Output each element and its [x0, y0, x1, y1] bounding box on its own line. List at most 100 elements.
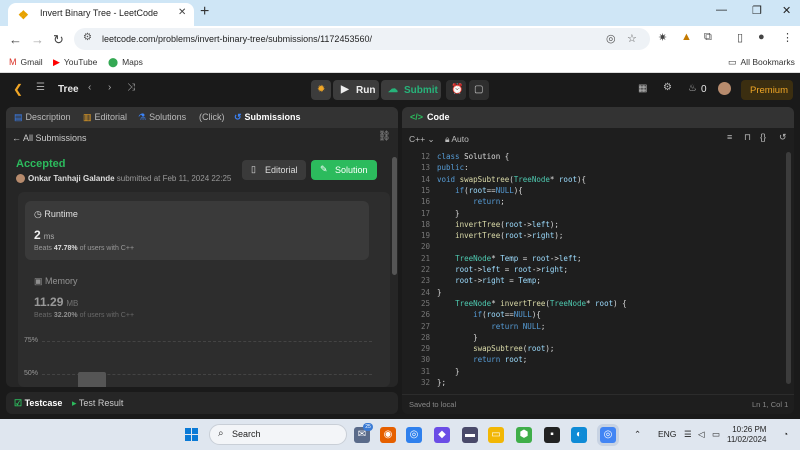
distribution-bar[interactable] [78, 372, 106, 387]
play-icon: ▶ [341, 84, 349, 95]
kebab-menu-icon[interactable]: ⋮ [782, 31, 793, 44]
browser-tab[interactable]: ❖ Invert Binary Tree - LeetCode ✕ [8, 3, 194, 26]
firefox-icon[interactable]: ◉ [380, 427, 396, 443]
line-number: 29 [420, 344, 430, 354]
code-line: } [437, 287, 442, 297]
description-icon: ▤ [14, 112, 23, 122]
battery-icon[interactable]: ▭ [712, 429, 720, 440]
left-tabs: ▤ Description ▥ Editorial ⚗ Solutions (Clic… [6, 107, 398, 128]
auto-mode[interactable]: Auto [451, 134, 469, 144]
tab-code[interactable]: </> Code [410, 112, 450, 122]
code-tabs: </> Code [402, 107, 794, 128]
notes-button[interactable]: ▢ [469, 80, 489, 100]
line-number: 28 [420, 332, 430, 342]
new-tab-icon[interactable]: + [200, 3, 209, 21]
maximize-icon[interactable]: ❐ [752, 4, 762, 17]
app-icon[interactable]: ◆ [434, 427, 450, 443]
taskbar-search[interactable]: ⌕ Search [209, 424, 347, 445]
language-indicator[interactable]: ENG [658, 429, 676, 439]
shuffle-icon[interactable]: ⤨ [127, 82, 135, 93]
tab-close-icon[interactable]: ✕ [178, 7, 186, 18]
bookmark-youtube[interactable]: ▶ YouTube [53, 57, 97, 68]
runtime-card[interactable]: ◷ Runtime 2 ms Beats 47.78% of users with… [25, 201, 369, 260]
memory-value: 11.29 MB [34, 295, 79, 309]
reset-icon[interactable]: ↺ [779, 132, 787, 143]
memory-card[interactable]: ▣ Memory 11.29 MB Beats 32.20% of users w… [25, 268, 369, 327]
braces-icon[interactable]: {} [760, 132, 766, 142]
eye-off-icon[interactable]: ◎ [606, 32, 616, 45]
prev-problem-icon[interactable]: ‹ [88, 82, 91, 93]
taskbar-clock[interactable]: 10:26 PM 11/02/2024 [727, 425, 766, 445]
chrome-active-icon[interactable]: ◎ [600, 427, 616, 443]
code-line: void swapSubtree(TreeNode* root){ [437, 174, 587, 184]
extension-2-icon[interactable]: ▲ [681, 31, 692, 43]
bookmark-star-icon[interactable]: ☆ [627, 32, 637, 45]
tab-submissions[interactable]: ↺ Submissions [234, 112, 301, 123]
tray-chevron-icon[interactable]: ⌃ [634, 429, 641, 440]
site-info-icon[interactable]: ⚙ [83, 32, 92, 43]
leetcode-logo-icon[interactable]: ❮ [13, 82, 23, 96]
back-icon[interactable]: ← [9, 32, 22, 47]
chrome-icon[interactable]: ◎ [406, 427, 422, 443]
code-line: }; [437, 378, 447, 387]
minimize-icon[interactable]: — [716, 4, 727, 16]
language-select[interactable]: C++ ⌄ [409, 134, 435, 144]
click-label: (Click) [199, 112, 225, 122]
window-close-icon[interactable]: ✕ [782, 4, 791, 17]
code-line: root->left = root->right; [455, 265, 568, 274]
submit-button[interactable]: ☁ Submit [381, 80, 441, 100]
stats-box: ◷ Runtime 2 ms Beats 47.78% of users with… [18, 192, 390, 387]
settings-gear-icon[interactable]: ⚙ [663, 82, 672, 93]
code-scrollbar[interactable] [786, 152, 791, 384]
wifi-icon[interactable]: ☰ [684, 429, 692, 440]
extension-icon[interactable]: ✷ [658, 31, 667, 44]
code-editor[interactable]: 12 class Solution {13 public: 14 void swapSu… [402, 148, 794, 396]
bookmark-gmail[interactable]: M Gmail [9, 57, 43, 67]
timer-button[interactable]: ⏰ [446, 80, 466, 100]
layout-icon[interactable]: ▦ [638, 83, 647, 94]
cube-app-icon[interactable]: ⬢ [516, 427, 532, 443]
tab-description[interactable]: ▤ Description [14, 112, 71, 123]
premium-button[interactable]: Premium [741, 80, 793, 100]
profile-avatar[interactable]: ● [758, 31, 765, 43]
url-bar[interactable]: ⚙ leetcode.com/problems/invert-binary-tr… [74, 28, 650, 50]
tab-testcase[interactable]: ☑ Testcase [14, 398, 62, 409]
tab-solutions[interactable]: ⚗ Solutions [138, 112, 186, 123]
debug-button[interactable]: ✹ [311, 80, 331, 100]
side-panel-icon[interactable]: ▯ [737, 31, 743, 44]
tab-editorial[interactable]: ▥ Editorial [83, 112, 127, 123]
format-icon[interactable]: ≡ [727, 132, 732, 142]
windows-start-icon[interactable] [185, 428, 199, 442]
alarm-icon: ⏰ [451, 84, 464, 95]
folder-icon: ▭ [728, 57, 737, 67]
bookmark-maps[interactable]: ⬤ Maps [108, 57, 143, 68]
tab-test-result[interactable]: ▸ Test Result [72, 398, 123, 409]
volume-icon[interactable]: ◁ [698, 429, 705, 440]
run-button[interactable]: ▶ Run [333, 80, 379, 100]
all-submissions-link[interactable]: ← All Submissions [12, 133, 87, 143]
ide-icon[interactable]: ▪ [544, 427, 560, 443]
line-number: 30 [420, 355, 430, 365]
reload-icon[interactable]: ↻ [53, 32, 64, 48]
submit-label: Submit [404, 85, 438, 96]
notification-bell-icon[interactable]: ◔ [783, 429, 788, 439]
left-scrollbar[interactable] [392, 157, 397, 275]
extensions-puzzle-icon[interactable]: ⧉ [704, 31, 712, 44]
submitter-name[interactable]: Onkar Tanhaji Galande [28, 174, 115, 183]
chip-icon: ▣ [34, 276, 46, 286]
status-accepted: Accepted [16, 158, 66, 170]
editorial-button[interactable]: ▯ Editorial [242, 160, 306, 180]
bookmark-icon[interactable]: ⊓ [744, 132, 751, 143]
next-problem-icon[interactable]: › [108, 82, 111, 93]
problem-list-title[interactable]: Tree [58, 84, 79, 95]
forward-icon[interactable]: → [31, 32, 44, 47]
edge-icon[interactable]: ◐ [571, 427, 587, 443]
all-bookmarks[interactable]: ▭ All Bookmarks [728, 57, 795, 68]
list-icon[interactable]: ☰ [36, 82, 45, 93]
share-link-icon[interactable]: ⛓ [378, 131, 391, 142]
solution-button[interactable]: ✎ Solution [311, 160, 377, 180]
streak-fire-icon[interactable]: ♨ [688, 83, 697, 94]
user-avatar[interactable] [718, 82, 731, 95]
terminal-app-icon[interactable]: ▬ [462, 427, 478, 443]
file-explorer-icon[interactable]: ▭ [488, 427, 504, 443]
